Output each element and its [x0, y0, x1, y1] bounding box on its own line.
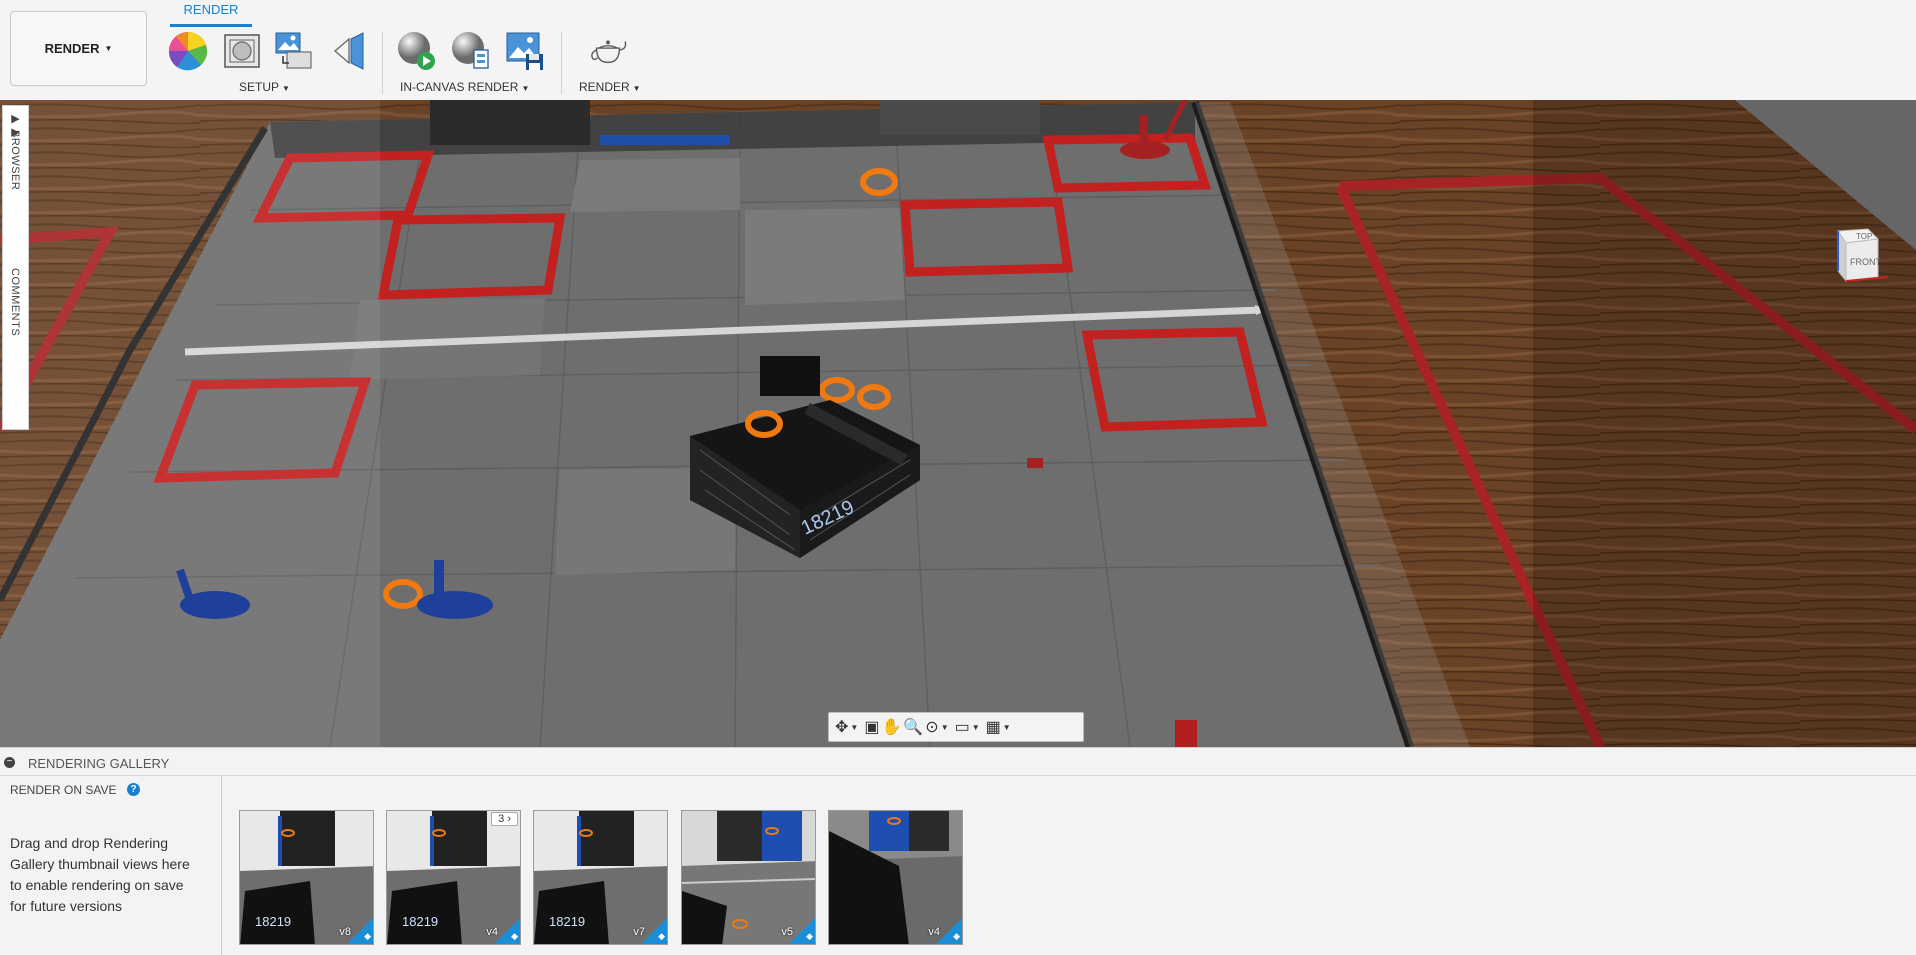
chevron-down-icon: ▼ [282, 84, 290, 93]
diamond-icon: ◆ [658, 931, 665, 941]
pan-icon[interactable]: ✋ [881, 715, 901, 739]
side-panel-tabs: ▶▶ BROWSER COMMENTS [2, 105, 29, 430]
viewcube-front-label: FRONT [1850, 257, 1881, 267]
in-canvas-settings-icon[interactable] [450, 30, 492, 72]
thumbnail-count[interactable]: 3 › [491, 812, 518, 826]
display-settings-icon[interactable]: ▭ [955, 715, 970, 739]
workspace-label: RENDER [44, 41, 100, 56]
render-group-menu[interactable]: RENDER ▼ [579, 80, 641, 94]
chevron-down-icon[interactable]: ▼ [850, 723, 858, 732]
setup-group-menu[interactable]: SETUP ▼ [239, 80, 290, 94]
chevron-down-icon[interactable]: ▼ [941, 723, 949, 732]
collapse-icon[interactable]: − [4, 757, 15, 768]
scene-settings-icon[interactable] [221, 30, 263, 72]
gallery-thumbnail[interactable]: 18219 v7 ◆ [533, 810, 668, 945]
in-canvas-render-group-menu[interactable]: IN-CANVAS RENDER ▼ [400, 80, 529, 94]
zoom-icon[interactable]: 🔍 [903, 715, 923, 739]
svg-text:18219: 18219 [255, 914, 291, 929]
diamond-icon: ◆ [511, 931, 518, 941]
chevron-down-icon: ▼ [521, 84, 530, 93]
render-teapot-icon[interactable] [587, 30, 629, 72]
help-icon[interactable]: ? [127, 783, 140, 796]
chevron-down-icon: ▼ [632, 84, 641, 93]
viewcube[interactable]: TOP FRONT [1826, 223, 1889, 291]
appearance-icon[interactable] [167, 30, 209, 72]
diamond-icon: ◆ [364, 931, 371, 941]
texture-map-icon[interactable] [328, 30, 370, 72]
rendering-gallery-title: RENDERING GALLERY [28, 756, 170, 771]
viewcube-top-label: TOP [1856, 232, 1872, 241]
gallery-thumbnail[interactable]: 18219 v8 ◆ [239, 810, 374, 945]
browser-tab[interactable]: BROWSER [9, 130, 21, 190]
orbit-icon[interactable]: ✥ [835, 715, 848, 739]
render-on-save-hint: Drag and drop Rendering Gallery thumbnai… [10, 835, 190, 914]
tab-render[interactable]: RENDER [170, 2, 252, 17]
gallery-thumbnail[interactable]: v4 ◆ [828, 810, 963, 945]
look-at-icon[interactable]: ▣ [864, 715, 879, 739]
divider [561, 32, 562, 94]
grid-settings-icon[interactable]: ▦ [986, 715, 1001, 739]
chevron-down-icon: ▼ [104, 44, 113, 53]
gallery-thumbnail[interactable]: 18219 3 › v4 ◆ [386, 810, 521, 945]
diamond-icon: ◆ [806, 931, 813, 941]
decal-icon[interactable] [273, 30, 315, 72]
fit-icon[interactable]: ⊙ [925, 715, 938, 739]
navigation-toolbar: ✥ ▼ ▣ ✋ 🔍 ⊙ ▼ ▭ ▼ ▦ ▼ [828, 712, 1084, 742]
render-canvas[interactable]: 18219 TOP FRONT ✥ ▼ ▣ ✋ 🔍 ⊙ ▼ ▭ ▼ ▦ ▼ [0, 100, 1916, 747]
svg-text:18219: 18219 [402, 914, 438, 929]
gallery-thumbnail[interactable]: v5 ◆ [681, 810, 816, 945]
workspace-switcher-button[interactable]: RENDER ▼ [10, 11, 147, 86]
rendering-gallery-header: − RENDERING GALLERY [0, 747, 1916, 776]
svg-text:18219: 18219 [549, 914, 585, 929]
diamond-icon: ◆ [953, 931, 960, 941]
chevron-down-icon[interactable]: ▼ [1003, 723, 1011, 732]
divider [382, 32, 383, 94]
render-on-save-panel[interactable]: RENDER ON SAVE ? Drag and drop Rendering… [0, 776, 222, 955]
comments-tab[interactable]: COMMENTS [9, 268, 21, 336]
capture-image-icon[interactable] [504, 30, 546, 72]
toolbar: RENDER ▼ RENDER SETUP ▼ IN-CANVAS RENDER… [0, 0, 1916, 100]
tab-active-indicator [170, 24, 252, 27]
in-canvas-render-icon[interactable] [396, 30, 438, 72]
render-on-save-label: RENDER ON SAVE [10, 783, 117, 797]
chevron-down-icon[interactable]: ▼ [972, 723, 980, 732]
rendered-scene: 18219 [0, 100, 1916, 747]
